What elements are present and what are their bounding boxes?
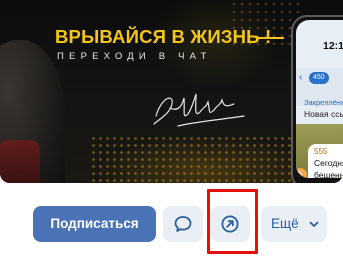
banner-headline-underline (258, 37, 284, 39)
banner-light-decoration (90, 135, 320, 183)
banner-subline: ПЕРЕХОДИ В ЧАТ (57, 51, 212, 62)
more-button-label: Ещё (271, 216, 299, 231)
banner-headline: ВРЫВАЙСЯ В ЖИЗНЬ ! (55, 26, 272, 47)
banner-person-shirt (0, 140, 40, 183)
subscribe-button[interactable]: Подписаться (33, 206, 156, 242)
phone-sender-avatar: 5 (296, 168, 307, 178)
community-cover-banner: ВРЫВАЙСЯ В ЖИЗНЬ ! ПЕРЕХОДИ В ЧАТ 12:18 … (0, 0, 343, 183)
community-actions-bar: Подписаться Ещё (0, 183, 343, 275)
phone-sender-name: 555 (314, 147, 328, 156)
phone-mockup: 12:18 ‹ 450 Закреплённ Новая ссылк 555 С… (291, 15, 343, 183)
phone-message-line-1: Сегодня (314, 158, 343, 168)
phone-pinned-label: Закреплённ (304, 98, 343, 107)
chat-bubble-icon (174, 216, 192, 232)
phone-unread-badge: 450 (309, 72, 329, 84)
message-button[interactable] (163, 206, 203, 242)
more-button[interactable]: Ещё (261, 206, 327, 242)
signature-icon (153, 93, 245, 127)
chevron-down-icon (309, 221, 319, 227)
back-chevron-icon: ‹ (299, 72, 303, 83)
share-button-highlight-box (207, 189, 258, 254)
phone-screen: 12:18 ‹ 450 Закреплённ Новая ссылк 555 С… (296, 20, 343, 178)
phone-time: 12:18 (323, 40, 343, 52)
phone-pinned-text: Новая ссылк (304, 109, 343, 119)
phone-message-line-2: бешеный (314, 170, 343, 178)
